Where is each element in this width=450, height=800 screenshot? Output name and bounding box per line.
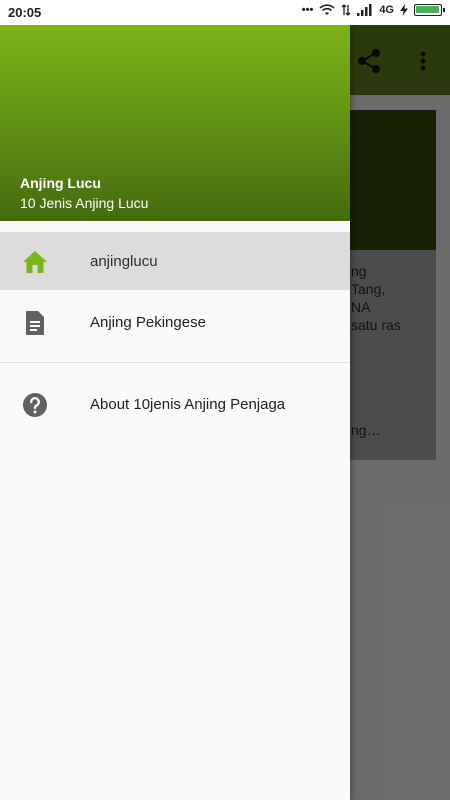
status-bar: 20:05 ••• 4G	[0, 0, 450, 25]
drawer-subtitle: 10 Jenis Anjing Lucu	[20, 195, 149, 211]
battery-icon	[414, 4, 445, 16]
data-arrows-icon	[341, 4, 351, 16]
menu-item-label: anjinglucu	[90, 253, 158, 270]
home-icon	[23, 251, 47, 273]
battery-fill	[416, 6, 439, 13]
menu-item-label: Anjing Pekingese	[90, 314, 206, 331]
drawer-title: Anjing Lucu	[20, 175, 101, 191]
menu-item-about[interactable]: About 10jenis Anjing Penjaga	[0, 375, 350, 433]
charging-icon	[400, 4, 408, 16]
document-icon	[26, 311, 44, 335]
menu-item-label: About 10jenis Anjing Penjaga	[90, 396, 286, 413]
dots-icon: •••	[301, 4, 314, 16]
status-time: 20:05	[8, 5, 42, 20]
menu-item-anjinglucu[interactable]: anjinglucu	[0, 232, 350, 290]
signal-icon	[357, 4, 372, 16]
wifi-icon	[319, 4, 335, 15]
help-icon	[23, 393, 47, 417]
navigation-drawer: Anjing Lucu 10 Jenis Anjing Lucu anjingl…	[0, 25, 350, 800]
menu-item-anjing-pekingese[interactable]: Anjing Pekingese	[0, 293, 350, 351]
status-icons: ••• 4G	[301, 4, 445, 16]
menu-divider	[0, 362, 350, 363]
drawer-header: Anjing Lucu 10 Jenis Anjing Lucu	[0, 25, 350, 221]
network-label: 4G	[379, 4, 394, 16]
